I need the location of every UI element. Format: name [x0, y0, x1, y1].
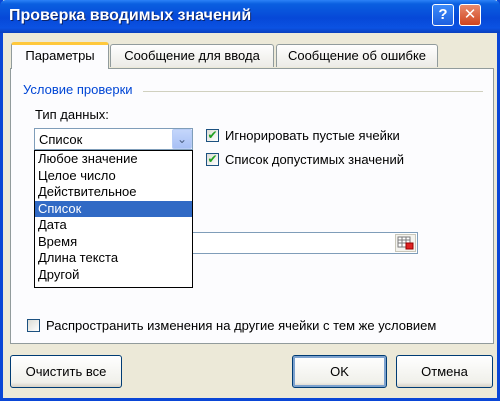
tab-input-message[interactable]: Сообщение для ввода — [110, 44, 274, 67]
in-cell-dropdown-label[interactable]: Список допустимых значений — [225, 152, 404, 167]
dropdown-option-decimal[interactable]: Действительное — [35, 184, 192, 201]
dropdown-option-whole-number[interactable]: Целое число — [35, 168, 192, 185]
chevron-down-icon: ⌄ — [176, 132, 188, 146]
cancel-button[interactable]: Отмена — [396, 355, 493, 388]
apply-to-all-label[interactable]: Распространить изменения на другие ячейк… — [46, 318, 436, 333]
group-title: Условие проверки — [23, 82, 133, 97]
tab-parameters[interactable]: Параметры — [11, 42, 109, 69]
range-select-icon — [397, 236, 414, 250]
check-icon: ✔ — [207, 152, 218, 166]
dropdown-option-list[interactable]: Список — [35, 200, 192, 217]
ok-button[interactable]: OK — [292, 355, 387, 388]
ignore-blank-label[interactable]: Игнорировать пустые ячейки — [225, 128, 400, 143]
dropdown-option-text-length[interactable]: Длина текста — [35, 250, 192, 267]
clear-all-button[interactable]: Очистить все — [10, 355, 122, 388]
dropdown-option-time[interactable]: Время — [35, 234, 192, 251]
in-cell-dropdown-checkbox[interactable]: ✔ — [206, 153, 219, 166]
dropdown-option-date[interactable]: Дата — [35, 217, 192, 234]
dropdown-option-custom[interactable]: Другой — [35, 267, 192, 284]
dialog-window: Проверка вводимых значений ? ✕ Параметры… — [0, 0, 500, 401]
close-icon: ✕ — [463, 6, 477, 23]
check-icon: ✔ — [207, 128, 218, 142]
ignore-blank-checkbox[interactable]: ✔ — [206, 129, 219, 142]
data-type-combobox[interactable]: Список ⌄ — [34, 128, 193, 150]
window-title: Проверка вводимых значений — [9, 7, 252, 24]
data-type-label: Тип данных: — [35, 107, 109, 122]
tab-error-alert[interactable]: Сообщение об ошибке — [276, 44, 438, 67]
group-divider — [143, 91, 483, 92]
dropdown-option-any-value[interactable]: Любое значение — [35, 151, 192, 168]
apply-to-all-checkbox[interactable] — [27, 319, 40, 332]
source-input[interactable] — [193, 232, 418, 254]
data-type-dropdown-list: Любое значение Целое число Действительно… — [34, 150, 193, 288]
combo-dropdown-button[interactable]: ⌄ — [172, 129, 192, 149]
help-icon: ? — [438, 6, 448, 23]
collapse-dialog-button[interactable] — [395, 234, 416, 252]
data-type-value: Список — [39, 132, 83, 147]
help-button[interactable]: ? — [432, 4, 454, 26]
close-button[interactable]: ✕ — [459, 4, 481, 26]
title-bar[interactable]: Проверка вводимых значений ? ✕ — [0, 0, 500, 33]
